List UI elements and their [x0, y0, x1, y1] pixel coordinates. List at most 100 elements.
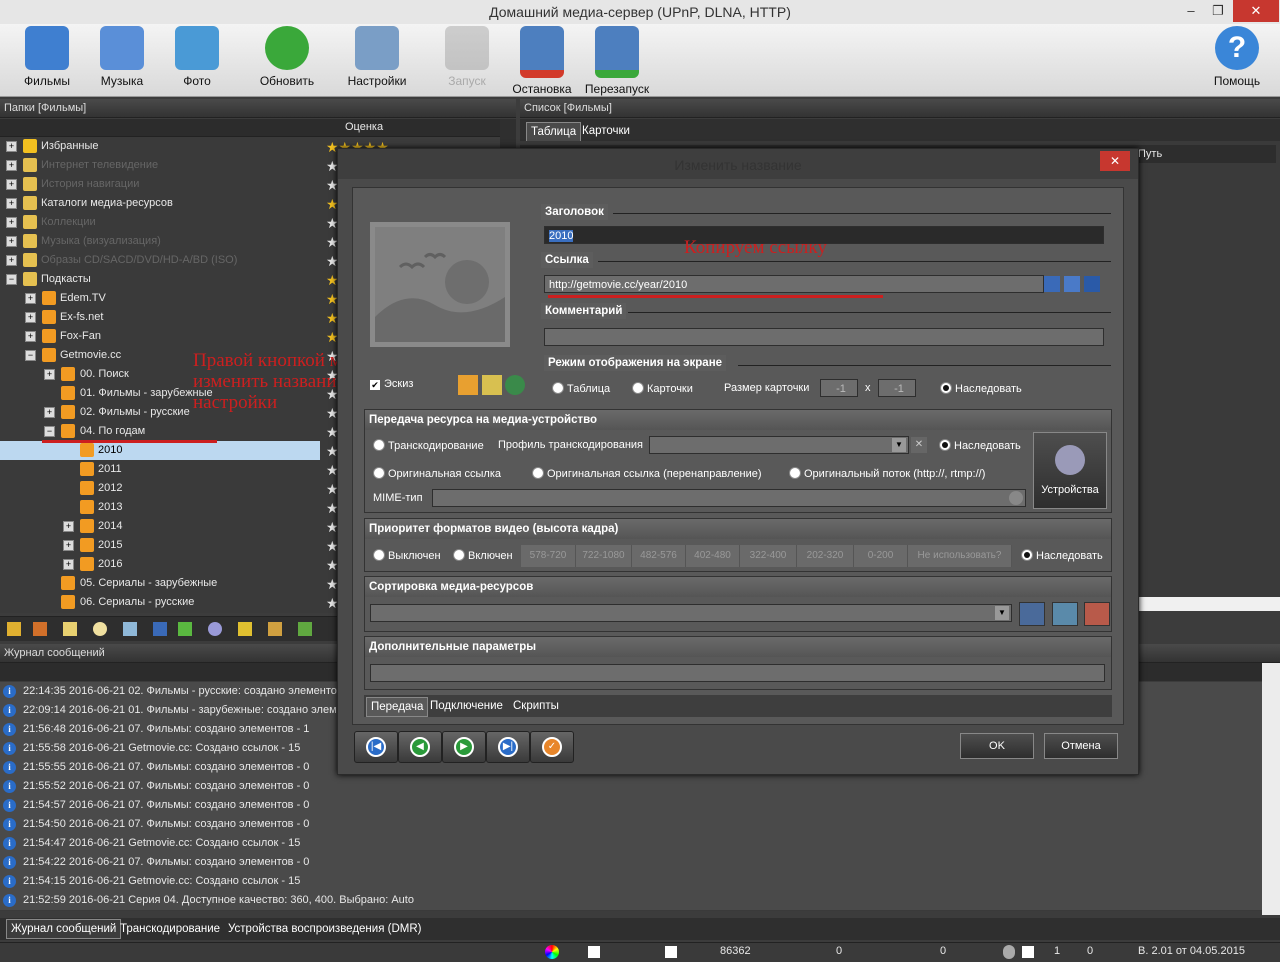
settings-button[interactable]: Настройки [341, 26, 413, 88]
log-row[interactable]: i 21:52:59 2016-06-21 Серия 04. Доступное… [0, 891, 1262, 911]
first-item-button[interactable]: |◀ [354, 731, 398, 763]
remove-folder-icon[interactable] [33, 622, 47, 636]
restart-button[interactable]: Перезапуск [581, 26, 653, 96]
cancel-button[interactable]: Отмена [1044, 733, 1118, 759]
log-row[interactable]: i 21:55:52 2016-06-21 07. Фильмы: создано… [0, 777, 1262, 797]
tab-cards[interactable]: Карточки [578, 122, 634, 140]
sort-icon[interactable] [298, 622, 312, 636]
key-icon[interactable] [238, 622, 252, 636]
log-row[interactable]: i 21:54:15 2016-06-21 Getmovie.cc: Создан… [0, 872, 1262, 892]
last-item-button[interactable]: ▶| [486, 731, 530, 763]
priority-option[interactable]: 202-320 [797, 545, 854, 567]
priority-option[interactable]: 402-480 [686, 545, 740, 567]
maximize-button[interactable]: ❐ [1203, 0, 1233, 22]
path-column[interactable]: Путь [1138, 148, 1162, 160]
priority-option[interactable]: 322-400 [740, 545, 797, 567]
add-folder-icon[interactable] [7, 622, 21, 636]
tree-item-selected[interactable]: 2010 [0, 441, 320, 460]
apply-button[interactable]: ✓ [530, 731, 574, 763]
sorting-select[interactable]: ▼ [370, 604, 1012, 622]
sort-ascending-icon[interactable] [1019, 602, 1045, 626]
mime-type-input[interactable] [432, 489, 1026, 507]
card-width-input[interactable]: -1 [820, 379, 858, 397]
display-inherit-radio[interactable]: Наследовать [940, 382, 1022, 395]
display-cards-radio[interactable]: Карточки [632, 382, 693, 395]
log-row[interactable]: i 21:54:50 2016-06-21 07. Фильмы: создано… [0, 815, 1262, 835]
rating-column[interactable]: Оценка [345, 121, 383, 133]
tab-scripts[interactable]: Скрипты [509, 697, 563, 715]
music-icon [100, 26, 144, 70]
priority-option[interactable]: 578-720 [521, 545, 576, 567]
grid-icon[interactable] [1052, 602, 1078, 626]
cloud-icon[interactable] [93, 622, 107, 636]
tab-connection[interactable]: Подключение [426, 697, 507, 715]
tab-transcoding[interactable]: Транскодирование [116, 920, 224, 938]
close-window-button[interactable]: ✕ [1233, 0, 1279, 22]
clear-icon[interactable]: ✕ [911, 437, 927, 453]
transcode-radio[interactable]: Транскодирование [373, 439, 484, 452]
films-button[interactable]: Фильмы [11, 26, 83, 88]
log-row[interactable]: i 21:54:22 2016-06-21 07. Фильмы: создано… [0, 853, 1262, 873]
ok-button[interactable]: OK [960, 733, 1034, 759]
priority-option[interactable]: 722-1080 [576, 545, 632, 567]
refresh-button[interactable]: Обновить [251, 26, 323, 88]
extra-params-input[interactable] [370, 664, 1105, 682]
card-height-input[interactable]: -1 [878, 379, 916, 397]
original-stream-radio[interactable]: Оригинальный поток (http://, rtmp://) [789, 467, 985, 480]
info-icon[interactable] [1064, 276, 1080, 292]
save-icon[interactable] [1084, 276, 1100, 292]
transfer-inherit-radio[interactable]: Наследовать [939, 439, 1021, 452]
original-link-redirect-radio[interactable]: Оригинальная ссылка (перенаправление) [532, 467, 762, 480]
delete-sort-icon[interactable] [1084, 602, 1110, 626]
thumbnail-image[interactable] [370, 222, 510, 347]
save-icon[interactable] [153, 622, 167, 636]
main-toolbar: Фильмы Музыка Фото Обновить Настройки За… [0, 24, 1280, 97]
previous-item-button[interactable]: ◀ [398, 731, 442, 763]
dialog-close-button[interactable]: ✕ [1100, 151, 1130, 171]
tab-log[interactable]: Журнал сообщений [6, 919, 122, 939]
priority-inherit-radio[interactable]: Наследовать [1021, 549, 1103, 562]
link-input[interactable]: http://getmovie.cc/year/2010 [544, 275, 1044, 293]
view-icon[interactable] [588, 946, 600, 958]
sun-icon[interactable] [458, 375, 478, 395]
tools-icon[interactable] [268, 622, 282, 636]
devices-button[interactable]: Устройства [1033, 432, 1107, 509]
priority-option[interactable]: Не использовать? [908, 545, 1012, 567]
chevron-down-icon: ▼ [995, 606, 1009, 620]
log-scrollbar[interactable] [1262, 663, 1280, 915]
view-icon[interactable] [665, 946, 677, 958]
priority-option[interactable]: 0-200 [854, 545, 908, 567]
search-icon[interactable] [1044, 276, 1060, 292]
tab-table[interactable]: Таблица [526, 122, 582, 142]
rss-icon [61, 367, 75, 381]
refresh-icon [265, 26, 309, 70]
help-button[interactable]: ? Помощь [1201, 26, 1273, 88]
priority-off-radio[interactable]: Выключен [373, 549, 441, 562]
help-icon: ? [1215, 26, 1259, 70]
minimize-button[interactable]: – [1176, 0, 1206, 22]
log-row[interactable]: i 21:54:57 2016-06-21 07. Фильмы: создано… [0, 796, 1262, 816]
display-table-radio[interactable]: Таблица [552, 382, 610, 395]
music-button[interactable]: Музыка [86, 26, 158, 88]
open-icon[interactable] [178, 622, 192, 636]
stop-button[interactable]: Остановка [506, 26, 578, 96]
log-row[interactable]: i 21:54:47 2016-06-21 Getmovie.cc: Создан… [0, 834, 1262, 854]
tab-transfer[interactable]: Передача [366, 697, 429, 717]
color-icon[interactable] [545, 945, 559, 959]
open-folder-icon[interactable] [482, 375, 502, 395]
photo-button[interactable]: Фото [161, 26, 233, 88]
tab-devices[interactable]: Устройства воспроизведения (DMR) [224, 920, 425, 938]
comment-input[interactable] [544, 328, 1104, 346]
gear-icon[interactable] [208, 622, 222, 636]
folder-icon[interactable] [63, 622, 77, 636]
original-link-radio[interactable]: Оригинальная ссылка [373, 467, 501, 480]
folder-icon [23, 158, 37, 172]
grid-icon[interactable] [123, 622, 137, 636]
thumbnail-checkbox[interactable]: ✔ Эскиз [370, 378, 413, 390]
priority-on-radio[interactable]: Включен [453, 549, 513, 562]
transcode-profile-select[interactable]: ▼ [649, 436, 909, 454]
globe-icon[interactable] [505, 375, 525, 395]
launch-button[interactable]: Запуск [431, 26, 503, 88]
next-item-button[interactable]: ▶ [442, 731, 486, 763]
priority-option[interactable]: 482-576 [632, 545, 686, 567]
